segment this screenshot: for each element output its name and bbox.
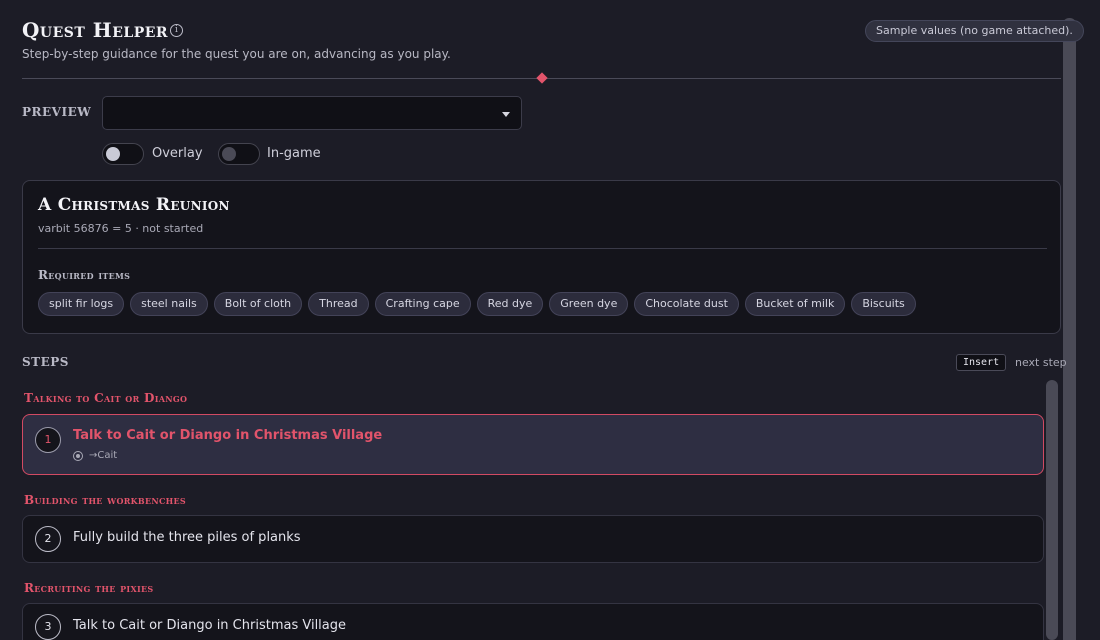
quest-divider xyxy=(38,248,1047,249)
in-game-toggle[interactable] xyxy=(218,143,260,165)
section-title: Building the workbenches xyxy=(24,493,187,507)
main-scrollbar[interactable] xyxy=(1063,18,1076,640)
required-items-list: split fir logs steel nails Bolt of cloth… xyxy=(38,292,916,316)
step-text: Fully build the three piles of planks xyxy=(73,530,301,545)
target-icon xyxy=(73,450,83,461)
step-item-1[interactable]: 1 Talk to Cait or Diango in Christmas Vi… xyxy=(22,414,1044,475)
quest-name: A Christmas Reunion xyxy=(38,195,230,215)
sample-values-badge: Sample values (no game attached). xyxy=(865,20,1084,42)
preview-select[interactable] xyxy=(102,96,522,130)
item-chip: Crafting cape xyxy=(374,292,471,316)
toggle-knob xyxy=(106,147,120,161)
item-chip: Bolt of cloth xyxy=(213,292,303,316)
next-step-hint: next step xyxy=(1015,356,1067,369)
item-chip: Thread xyxy=(308,292,369,316)
preview-label: PREVIEW xyxy=(22,105,92,119)
step-target-label: →Cait xyxy=(89,450,118,461)
overlay-toggle-label: Overlay xyxy=(152,146,203,161)
step-item-2[interactable]: 2 Fully build the three piles of planks xyxy=(22,515,1044,563)
step-number: 1 xyxy=(35,427,61,453)
item-chip: steel nails xyxy=(130,292,208,316)
overlay-toggle[interactable] xyxy=(102,143,144,165)
item-chip: Chocolate dust xyxy=(634,292,739,316)
divider-diamond-icon xyxy=(536,72,548,84)
chevron-down-icon xyxy=(502,112,510,117)
item-chip: Biscuits xyxy=(851,292,916,316)
in-game-toggle-label: In-game xyxy=(267,146,321,161)
item-chip: Red dye xyxy=(476,292,544,316)
required-items-label: Required items xyxy=(38,268,131,282)
steps-label: STEPS xyxy=(22,355,69,369)
step-text: Talk to Cait or Diango in Christmas Vill… xyxy=(73,618,347,633)
quest-helper-panel: Quest Helper i Step-by-step guidance for… xyxy=(0,0,1100,640)
step-text: Talk to Cait or Diango in Christmas Vill… xyxy=(73,428,383,443)
item-chip: Bucket of milk xyxy=(744,292,846,316)
section-title: Recruiting the pixies xyxy=(24,581,154,595)
section-title: Talking to Cait or Diango xyxy=(24,391,188,405)
steps-scrollbar[interactable] xyxy=(1046,380,1058,640)
item-chip: split fir logs xyxy=(38,292,125,316)
toggle-knob xyxy=(222,147,236,161)
page-title: Quest Helper xyxy=(22,18,169,42)
quest-meta: varbit 56876 = 5 · not started xyxy=(38,222,204,235)
page-subtitle: Step-by-step guidance for the quest you … xyxy=(22,47,451,61)
item-chip: Green dye xyxy=(549,292,629,316)
info-icon[interactable]: i xyxy=(170,24,183,37)
step-number: 2 xyxy=(35,526,61,552)
step-item-3[interactable]: 3 Talk to Cait or Diango in Christmas Vi… xyxy=(22,603,1044,640)
quest-card: A Christmas Reunion varbit 56876 = 5 · n… xyxy=(22,180,1061,334)
insert-key-badge: Insert xyxy=(956,354,1007,371)
step-target: →Cait xyxy=(73,450,117,461)
step-number: 3 xyxy=(35,614,61,640)
